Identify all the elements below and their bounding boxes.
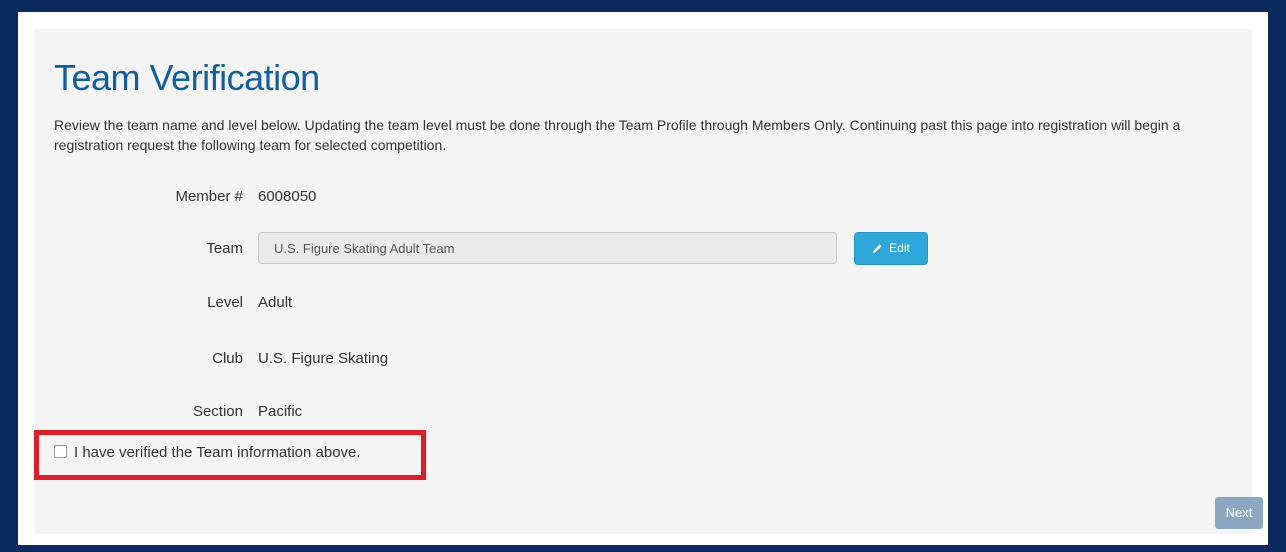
next-button[interactable]: Next <box>1215 497 1263 529</box>
edit-button-label: Edit <box>889 241 910 255</box>
club-value: U.S. Figure Skating <box>258 350 389 367</box>
team-row: Team U.S. Figure Skating Adult Team Edit <box>34 232 1252 266</box>
verify-row[interactable]: I have verified the Team information abo… <box>54 439 361 467</box>
level-label: Level <box>207 294 243 311</box>
team-field[interactable]: U.S. Figure Skating Adult Team <box>258 232 837 264</box>
level-row: Level Adult <box>34 286 1252 320</box>
club-row: Club U.S. Figure Skating <box>34 342 1252 376</box>
pencil-icon <box>873 244 882 253</box>
member-value: 6008050 <box>258 188 317 205</box>
edit-button[interactable]: Edit <box>854 232 928 265</box>
member-row: Member # 6008050 <box>34 180 1252 214</box>
page-title: Team Verification <box>54 57 320 98</box>
page-frame: Team Verification Review the team name a… <box>18 12 1268 545</box>
verify-label: I have verified the Team information abo… <box>74 444 361 461</box>
section-value: Pacific <box>258 403 303 420</box>
verify-checkbox[interactable] <box>54 445 67 458</box>
level-value: Adult <box>258 294 293 311</box>
club-label: Club <box>212 350 243 367</box>
intro-text: Review the team name and level below. Up… <box>54 117 1181 153</box>
section-label: Section <box>192 403 243 420</box>
section-row: Section Pacific <box>34 395 1252 429</box>
team-label: Team <box>206 240 243 257</box>
member-label: Member # <box>175 188 243 205</box>
